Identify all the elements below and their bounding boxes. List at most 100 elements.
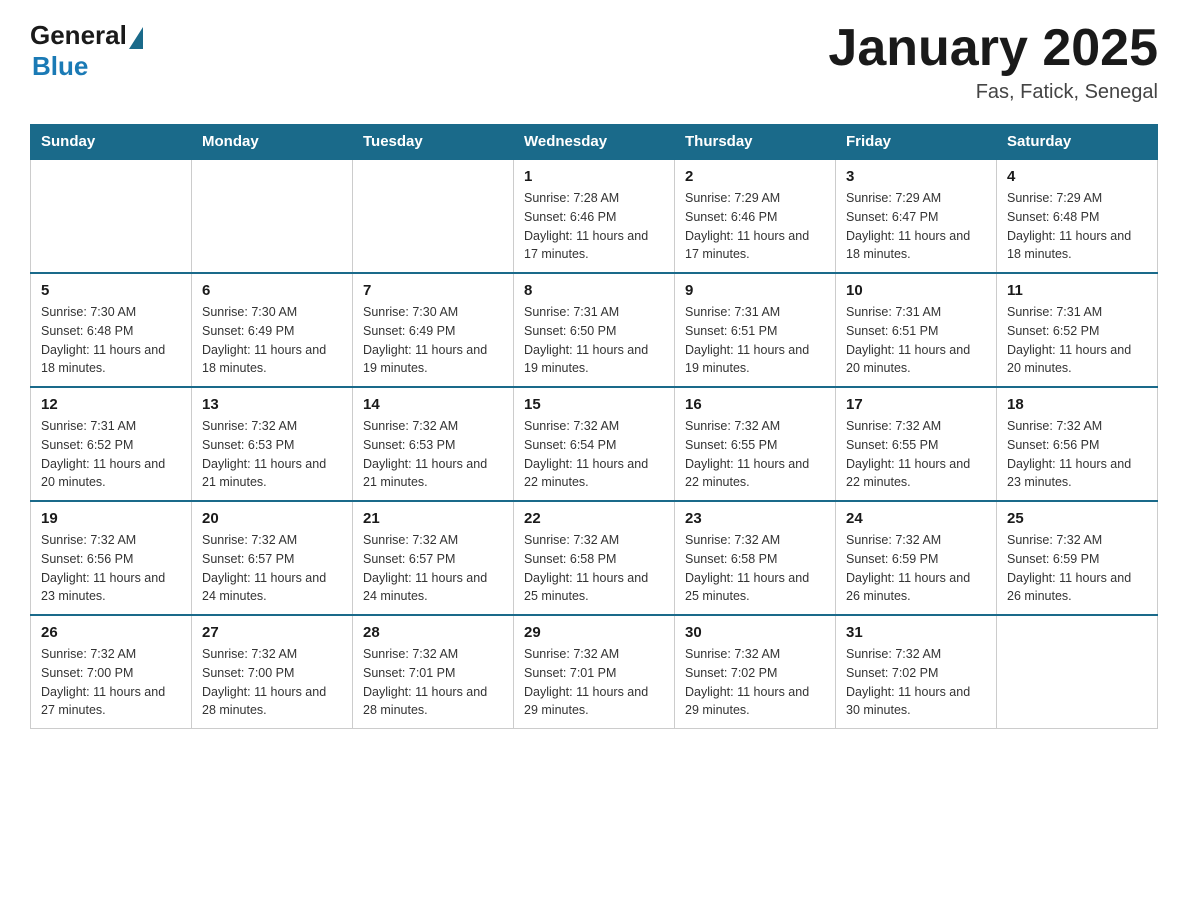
calendar-cell xyxy=(997,615,1158,729)
cell-info-text: Sunrise: 7:32 AM Sunset: 6:58 PM Dayligh… xyxy=(524,531,664,606)
cell-info-text: Sunrise: 7:32 AM Sunset: 6:56 PM Dayligh… xyxy=(1007,417,1147,492)
cell-info-text: Sunrise: 7:32 AM Sunset: 7:00 PM Dayligh… xyxy=(202,645,342,720)
cell-info-text: Sunrise: 7:31 AM Sunset: 6:52 PM Dayligh… xyxy=(1007,303,1147,378)
cell-info-text: Sunrise: 7:29 AM Sunset: 6:48 PM Dayligh… xyxy=(1007,189,1147,264)
calendar-cell: 22 Sunrise: 7:32 AM Sunset: 6:58 PM Dayli… xyxy=(514,501,675,615)
cell-day-number: 30 xyxy=(685,624,825,641)
cell-day-number: 10 xyxy=(846,282,986,299)
calendar-cell xyxy=(31,159,192,273)
cell-info-text: Sunrise: 7:32 AM Sunset: 7:00 PM Dayligh… xyxy=(41,645,181,720)
calendar-cell: 23 Sunrise: 7:32 AM Sunset: 6:58 PM Dayli… xyxy=(675,501,836,615)
cell-day-number: 19 xyxy=(41,510,181,527)
cell-info-text: Sunrise: 7:29 AM Sunset: 6:46 PM Dayligh… xyxy=(685,189,825,264)
calendar-day-header: Friday xyxy=(836,125,997,160)
calendar-day-header: Tuesday xyxy=(353,125,514,160)
cell-info-text: Sunrise: 7:28 AM Sunset: 6:46 PM Dayligh… xyxy=(524,189,664,264)
calendar-cell: 17Sunrise: 7:32 AM Sunset: 6:55 PM Dayli… xyxy=(836,387,997,501)
calendar-cell: 21 Sunrise: 7:32 AM Sunset: 6:57 PM Dayli… xyxy=(353,501,514,615)
cell-day-number: 21 xyxy=(363,510,503,527)
calendar-cell: 24Sunrise: 7:32 AM Sunset: 6:59 PM Dayli… xyxy=(836,501,997,615)
calendar-body: 1 Sunrise: 7:28 AM Sunset: 6:46 PM Daylig… xyxy=(31,159,1158,729)
cell-day-number: 11 xyxy=(1007,282,1147,299)
calendar-cell: 30 Sunrise: 7:32 AM Sunset: 7:02 PM Dayli… xyxy=(675,615,836,729)
cell-day-number: 15 xyxy=(524,396,664,413)
cell-day-number: 14 xyxy=(363,396,503,413)
cell-day-number: 28 xyxy=(363,624,503,641)
cell-day-number: 22 xyxy=(524,510,664,527)
calendar-cell: 9Sunrise: 7:31 AM Sunset: 6:51 PM Daylig… xyxy=(675,273,836,387)
cell-info-text: Sunrise: 7:32 AM Sunset: 6:56 PM Dayligh… xyxy=(41,531,181,606)
cell-day-number: 6 xyxy=(202,282,342,299)
calendar-day-header: Monday xyxy=(192,125,353,160)
cell-day-number: 17 xyxy=(846,396,986,413)
cell-day-number: 16 xyxy=(685,396,825,413)
calendar-cell: 8 Sunrise: 7:31 AM Sunset: 6:50 PM Daylig… xyxy=(514,273,675,387)
calendar-cell: 31Sunrise: 7:32 AM Sunset: 7:02 PM Dayli… xyxy=(836,615,997,729)
calendar-day-header: Saturday xyxy=(997,125,1158,160)
cell-info-text: Sunrise: 7:31 AM Sunset: 6:51 PM Dayligh… xyxy=(685,303,825,378)
cell-day-number: 3 xyxy=(846,168,986,185)
cell-day-number: 24 xyxy=(846,510,986,527)
calendar-cell: 28Sunrise: 7:32 AM Sunset: 7:01 PM Dayli… xyxy=(353,615,514,729)
calendar-day-header: Thursday xyxy=(675,125,836,160)
calendar-day-header: Wednesday xyxy=(514,125,675,160)
cell-day-number: 25 xyxy=(1007,510,1147,527)
calendar-cell: 5Sunrise: 7:30 AM Sunset: 6:48 PM Daylig… xyxy=(31,273,192,387)
calendar-cell: 12 Sunrise: 7:31 AM Sunset: 6:52 PM Dayli… xyxy=(31,387,192,501)
calendar-cell: 4Sunrise: 7:29 AM Sunset: 6:48 PM Daylig… xyxy=(997,159,1158,273)
calendar-cell: 26 Sunrise: 7:32 AM Sunset: 7:00 PM Dayli… xyxy=(31,615,192,729)
cell-info-text: Sunrise: 7:32 AM Sunset: 7:01 PM Dayligh… xyxy=(524,645,664,720)
cell-info-text: Sunrise: 7:32 AM Sunset: 6:57 PM Dayligh… xyxy=(202,531,342,606)
calendar-header-row: SundayMondayTuesdayWednesdayThursdayFrid… xyxy=(31,125,1158,160)
cell-info-text: Sunrise: 7:32 AM Sunset: 6:54 PM Dayligh… xyxy=(524,417,664,492)
calendar-subtitle: Fas, Fatick, Senegal xyxy=(828,81,1158,104)
logo: General Blue xyxy=(30,20,143,82)
calendar-cell: 15 Sunrise: 7:32 AM Sunset: 6:54 PM Dayli… xyxy=(514,387,675,501)
cell-info-text: Sunrise: 7:31 AM Sunset: 6:52 PM Dayligh… xyxy=(41,417,181,492)
calendar-table: SundayMondayTuesdayWednesdayThursdayFrid… xyxy=(30,124,1158,729)
cell-day-number: 26 xyxy=(41,624,181,641)
calendar-cell: 29 Sunrise: 7:32 AM Sunset: 7:01 PM Dayli… xyxy=(514,615,675,729)
cell-info-text: Sunrise: 7:32 AM Sunset: 6:59 PM Dayligh… xyxy=(1007,531,1147,606)
cell-day-number: 18 xyxy=(1007,396,1147,413)
calendar-cell: 16 Sunrise: 7:32 AM Sunset: 6:55 PM Dayli… xyxy=(675,387,836,501)
calendar-cell: 7 Sunrise: 7:30 AM Sunset: 6:49 PM Daylig… xyxy=(353,273,514,387)
cell-info-text: Sunrise: 7:32 AM Sunset: 6:55 PM Dayligh… xyxy=(685,417,825,492)
cell-day-number: 5 xyxy=(41,282,181,299)
calendar-cell: 11 Sunrise: 7:31 AM Sunset: 6:52 PM Dayli… xyxy=(997,273,1158,387)
calendar-cell xyxy=(353,159,514,273)
page-header: General Blue January 2025 Fas, Fatick, S… xyxy=(30,20,1158,104)
cell-info-text: Sunrise: 7:32 AM Sunset: 6:53 PM Dayligh… xyxy=(363,417,503,492)
cell-info-text: Sunrise: 7:29 AM Sunset: 6:47 PM Dayligh… xyxy=(846,189,986,264)
calendar-cell: 19 Sunrise: 7:32 AM Sunset: 6:56 PM Dayli… xyxy=(31,501,192,615)
cell-day-number: 20 xyxy=(202,510,342,527)
calendar-cell: 14 Sunrise: 7:32 AM Sunset: 6:53 PM Dayli… xyxy=(353,387,514,501)
cell-day-number: 29 xyxy=(524,624,664,641)
cell-day-number: 7 xyxy=(363,282,503,299)
cell-info-text: Sunrise: 7:30 AM Sunset: 6:49 PM Dayligh… xyxy=(363,303,503,378)
cell-info-text: Sunrise: 7:31 AM Sunset: 6:51 PM Dayligh… xyxy=(846,303,986,378)
calendar-week-row: 5Sunrise: 7:30 AM Sunset: 6:48 PM Daylig… xyxy=(31,273,1158,387)
cell-day-number: 8 xyxy=(524,282,664,299)
logo-blue-text: Blue xyxy=(32,51,88,81)
cell-day-number: 1 xyxy=(524,168,664,185)
calendar-day-header: Sunday xyxy=(31,125,192,160)
cell-day-number: 12 xyxy=(41,396,181,413)
cell-info-text: Sunrise: 7:32 AM Sunset: 7:02 PM Dayligh… xyxy=(685,645,825,720)
cell-info-text: Sunrise: 7:32 AM Sunset: 6:58 PM Dayligh… xyxy=(685,531,825,606)
calendar-cell: 6Sunrise: 7:30 AM Sunset: 6:49 PM Daylig… xyxy=(192,273,353,387)
calendar-week-row: 19 Sunrise: 7:32 AM Sunset: 6:56 PM Dayli… xyxy=(31,501,1158,615)
calendar-cell: 25 Sunrise: 7:32 AM Sunset: 6:59 PM Dayli… xyxy=(997,501,1158,615)
calendar-week-row: 1 Sunrise: 7:28 AM Sunset: 6:46 PM Daylig… xyxy=(31,159,1158,273)
cell-day-number: 13 xyxy=(202,396,342,413)
calendar-header: SundayMondayTuesdayWednesdayThursdayFrid… xyxy=(31,125,1158,160)
calendar-cell: 1 Sunrise: 7:28 AM Sunset: 6:46 PM Daylig… xyxy=(514,159,675,273)
calendar-cell: 13Sunrise: 7:32 AM Sunset: 6:53 PM Dayli… xyxy=(192,387,353,501)
calendar-cell xyxy=(192,159,353,273)
cell-day-number: 23 xyxy=(685,510,825,527)
cell-day-number: 31 xyxy=(846,624,986,641)
calendar-cell: 20 Sunrise: 7:32 AM Sunset: 6:57 PM Dayli… xyxy=(192,501,353,615)
calendar-title: January 2025 xyxy=(828,20,1158,77)
cell-info-text: Sunrise: 7:32 AM Sunset: 6:57 PM Dayligh… xyxy=(363,531,503,606)
cell-info-text: Sunrise: 7:31 AM Sunset: 6:50 PM Dayligh… xyxy=(524,303,664,378)
